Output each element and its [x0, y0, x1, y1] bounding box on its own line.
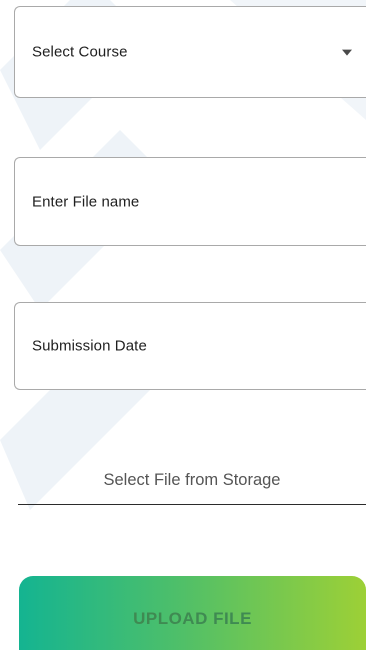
- upload-file-button[interactable]: UPLOAD FILE: [19, 576, 366, 650]
- chevron-down-icon[interactable]: [342, 49, 352, 56]
- submission-date-placeholder: Submission Date: [32, 337, 147, 355]
- file-name-input[interactable]: Enter File name: [14, 157, 366, 246]
- select-file-from-storage-button[interactable]: Select File from Storage: [18, 462, 366, 505]
- submission-date-input[interactable]: Submission Date: [14, 302, 366, 390]
- select-file-label: Select File from Storage: [103, 471, 281, 489]
- upload-file-label: UPLOAD FILE: [133, 609, 252, 628]
- file-name-placeholder: Enter File name: [32, 193, 140, 210]
- course-select-dropdown[interactable]: Select Course: [14, 6, 366, 98]
- course-select-label: Select Course: [32, 43, 128, 61]
